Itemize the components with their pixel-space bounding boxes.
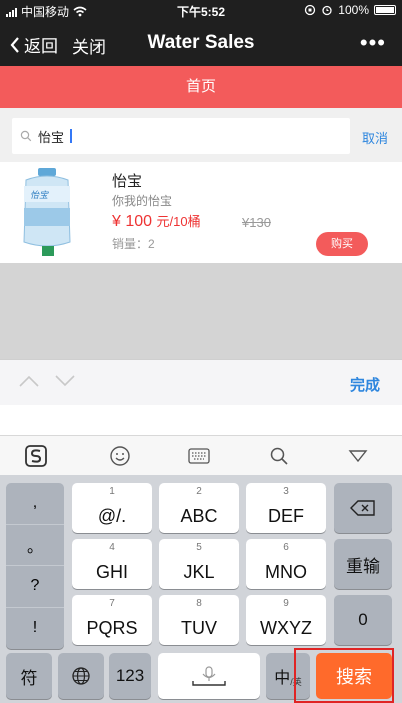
key-number: 1 <box>109 486 115 497</box>
punct-key[interactable]: 。 <box>6 525 64 566</box>
backspace-key[interactable] <box>334 483 392 533</box>
buy-button[interactable]: 购买 <box>316 232 368 256</box>
key-label: 符 <box>20 668 38 688</box>
empty-area <box>0 263 402 359</box>
emoji-icon[interactable] <box>108 444 132 468</box>
done-button[interactable]: 完成 <box>350 374 380 395</box>
globe-key[interactable] <box>58 653 104 699</box>
key-3[interactable]: 3 DEF <box>246 483 326 533</box>
key-label: GHI <box>95 562 128 582</box>
input-accessory-bar: 完成 <box>0 359 402 405</box>
tab-home[interactable]: 首页 <box>0 66 402 108</box>
key-1[interactable]: 1 @/. <box>72 483 152 533</box>
space-voice-key[interactable] <box>158 653 260 699</box>
key-number: 3 <box>283 486 289 497</box>
page-title: Water Sales <box>147 32 255 53</box>
key-label: 123 <box>115 666 145 685</box>
product-price: ¥ 100 元/10桶 <box>112 211 201 231</box>
lang-main-label: 中 <box>274 670 291 687</box>
collapse-keyboard-icon[interactable] <box>346 444 370 468</box>
chevron-up-icon[interactable] <box>18 374 40 388</box>
sogou-logo-icon[interactable] <box>24 444 48 468</box>
key-label: WXYZ <box>260 618 312 638</box>
product-description: 你我的怡宝 <box>112 194 173 208</box>
input-spacer <box>0 405 402 435</box>
key-number: 9 <box>283 598 289 609</box>
rotation-lock-icon <box>305 4 316 16</box>
navigation-bar: 返回 关闭 Water Sales ••• <box>0 20 402 66</box>
search-input[interactable]: 怡宝 <box>12 118 350 154</box>
price-unit: 元/10桶 <box>156 214 201 229</box>
alarm-icon <box>322 5 332 16</box>
cancel-button[interactable]: 取消 <box>362 128 388 147</box>
key-number: 8 <box>196 598 202 609</box>
key-label: JKL <box>183 562 215 582</box>
key-label: MNO <box>265 562 307 582</box>
key-number: 5 <box>196 542 202 553</box>
symbol-key[interactable]: 符 <box>6 653 52 699</box>
key-4[interactable]: 4 GHI <box>72 539 152 589</box>
price-currency: ¥ <box>112 213 121 230</box>
text-caret <box>70 129 73 143</box>
sales-count: 销量：2 <box>112 237 155 251</box>
search-icon <box>20 130 32 142</box>
punct-key[interactable]: ! <box>6 608 64 650</box>
key-label: PQRS <box>86 618 138 638</box>
punct-key[interactable]: , <box>6 483 64 525</box>
chevron-down-icon[interactable] <box>54 374 76 388</box>
key-9[interactable]: 9 WXYZ <box>246 595 326 645</box>
globe-icon <box>72 667 90 685</box>
key-number: 2 <box>196 486 202 497</box>
key-0[interactable]: 0 <box>334 595 392 645</box>
svg-text:怡宝: 怡宝 <box>30 190 49 201</box>
key-2[interactable]: 2 ABC <box>159 483 239 533</box>
keyboard-switch-icon[interactable] <box>187 444 211 468</box>
original-price: ¥130 <box>242 215 271 230</box>
search-input-value: 怡宝 <box>38 129 65 145</box>
key-label: 重输 <box>346 556 380 576</box>
water-jug-image: 怡宝 <box>23 168 71 256</box>
highlight-box <box>294 648 394 703</box>
punctuation-column[interactable]: , 。 ? ! <box>6 483 64 649</box>
search-icon[interactable] <box>267 444 291 468</box>
key-7[interactable]: 7 PQRS <box>72 595 152 645</box>
numeric-key[interactable]: 123 <box>109 653 151 699</box>
key-8[interactable]: 8 TUV <box>159 595 239 645</box>
key-label: ABC <box>180 506 218 526</box>
key-number: 4 <box>109 542 115 553</box>
more-options-icon[interactable]: ••• <box>360 30 386 56</box>
price-value: 100 <box>125 213 153 230</box>
backspace-icon <box>350 500 375 516</box>
search-row: 怡宝 取消 <box>0 108 402 162</box>
key-label: @/. <box>97 506 127 526</box>
product-card[interactable]: 怡宝 怡宝 你我的怡宝 ¥ 100 元/10桶 ¥130 销量：2 购买 <box>0 162 402 263</box>
microphone-icon <box>192 666 226 686</box>
product-name: 怡宝 <box>112 173 143 190</box>
battery-percent: 100% <box>338 3 369 17</box>
key-label: TUV <box>181 618 217 638</box>
key-6[interactable]: 6 MNO <box>246 539 326 589</box>
key-number: 7 <box>109 598 115 609</box>
punct-key[interactable]: ? <box>6 566 64 608</box>
reinput-key[interactable]: 重输 <box>334 539 392 589</box>
key-label: 0 <box>358 610 368 629</box>
status-bar: 中国移动 下午5:52 100% <box>0 0 402 20</box>
key-label: DEF <box>268 506 304 526</box>
battery-icon <box>374 5 396 15</box>
keyboard-toolbar <box>0 435 402 475</box>
key-5[interactable]: 5 JKL <box>159 539 239 589</box>
key-number: 6 <box>283 542 289 553</box>
